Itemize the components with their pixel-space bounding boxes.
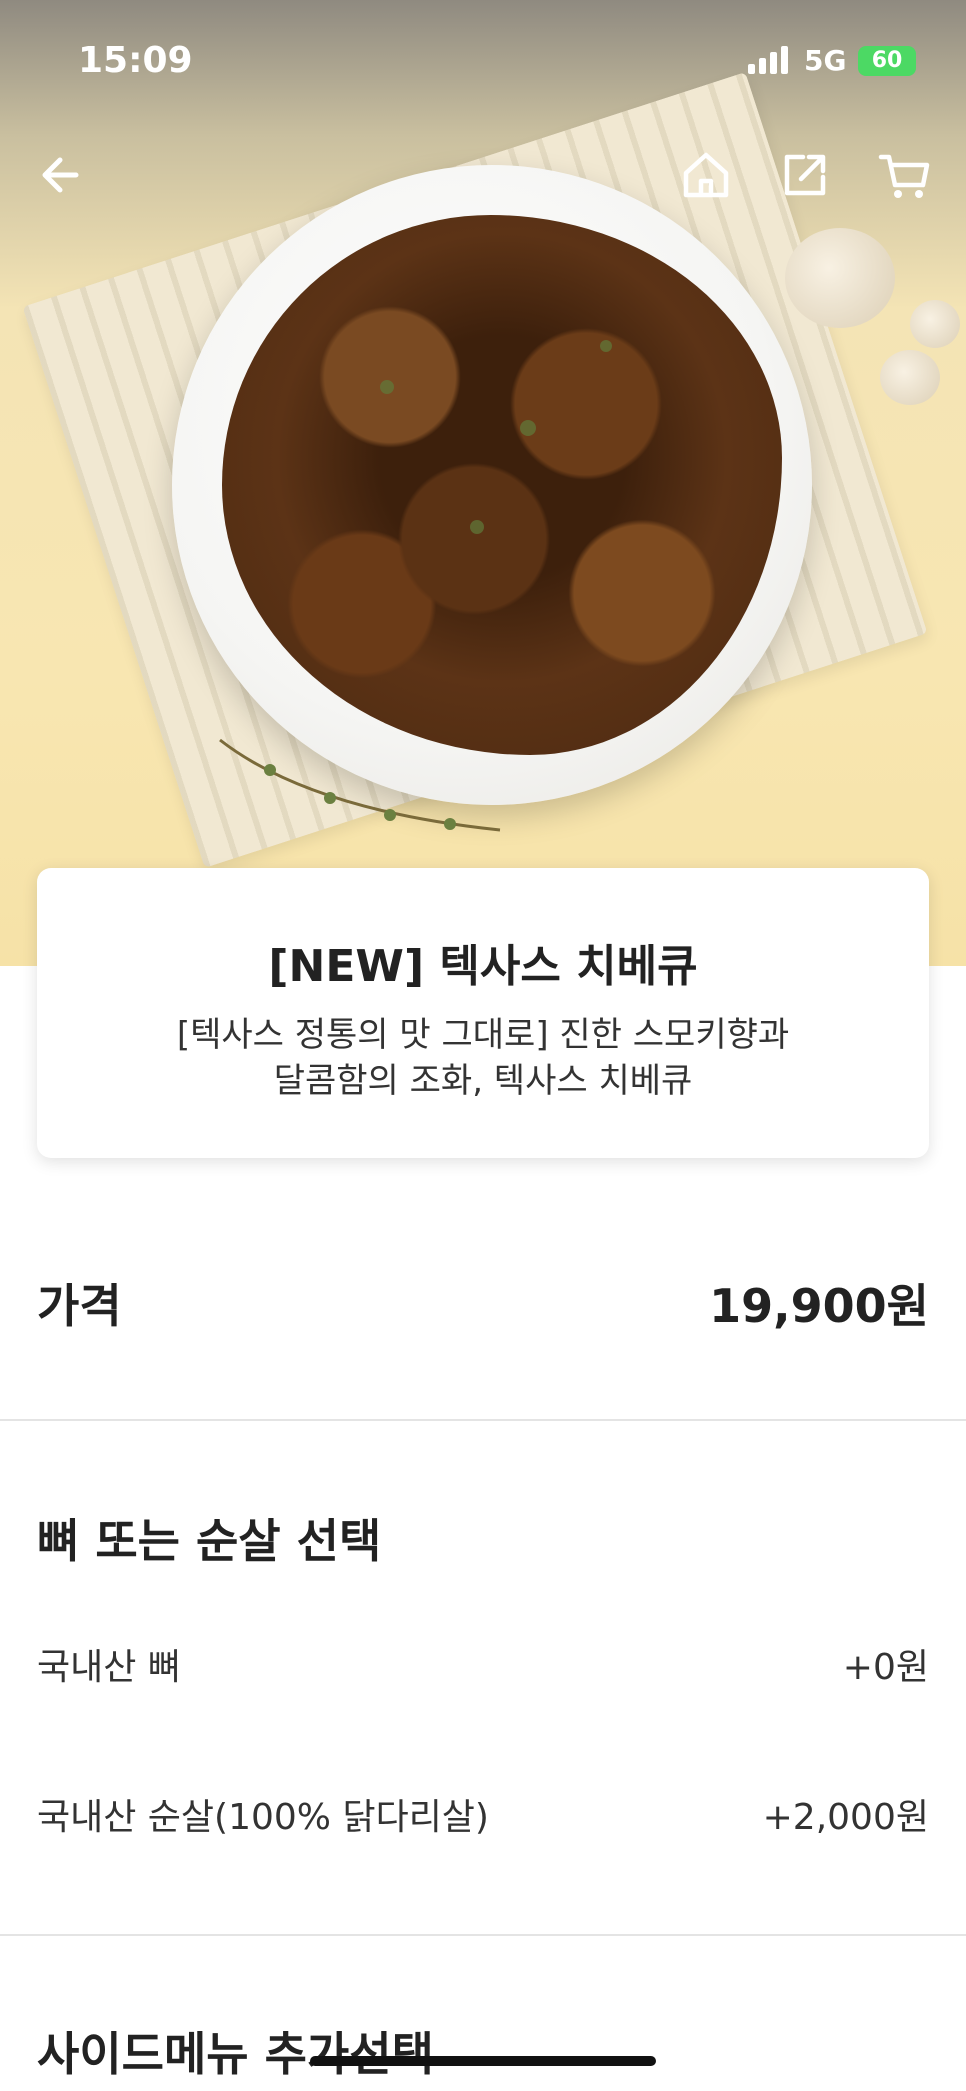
- signal-icon: [748, 46, 792, 74]
- price-row: 가격 19,900원: [37, 1270, 929, 1336]
- product-info-card: [NEW] 텍사스 치베큐 [텍사스 정통의 맛 그대로] 진한 스모키향과 달…: [37, 868, 929, 1158]
- herb-garnish: [470, 520, 484, 534]
- price-value: 19,900원: [709, 1279, 929, 1333]
- cart-icon[interactable]: [875, 145, 935, 205]
- price-label: 가격: [37, 1279, 122, 1333]
- share-icon[interactable]: [775, 145, 835, 205]
- garlic-decoration: [910, 300, 960, 348]
- home-icon[interactable]: [676, 145, 736, 205]
- option-label: 국내산 뼈: [37, 1647, 181, 1688]
- battery-level: 60: [871, 48, 903, 73]
- herb-garnish: [380, 380, 394, 394]
- option-row[interactable]: 국내산 뼈 +0원: [37, 1638, 929, 1690]
- back-arrow-icon[interactable]: [32, 145, 92, 205]
- divider: [0, 1419, 966, 1421]
- herb-garnish: [600, 340, 612, 352]
- garlic-decoration: [880, 350, 940, 405]
- option-price: +2,000원: [762, 1797, 929, 1838]
- network-label: 5G: [804, 44, 847, 77]
- product-description-line: 달콤함의 조화, 텍사스 치베큐: [273, 1061, 693, 1101]
- divider: [0, 1934, 966, 1936]
- bone-section-title: 뼈 또는 순살 선택: [37, 1514, 382, 1568]
- option-row[interactable]: 국내산 순살(100% 닭다리살) +2,000원: [37, 1788, 929, 1840]
- product-description-line: [텍사스 정통의 맛 그대로] 진한 스모키향과: [176, 1015, 790, 1055]
- herb-garnish: [520, 420, 536, 436]
- battery-icon: 60: [858, 46, 916, 76]
- option-label: 국내산 순살(100% 닭다리살): [37, 1797, 489, 1838]
- garlic-decoration: [785, 228, 895, 328]
- product-description: [텍사스 정통의 맛 그대로] 진한 스모키향과 달콤함의 조화, 텍사스 치베…: [37, 1012, 929, 1104]
- status-bar: 15:09 5G 60: [0, 0, 966, 120]
- side-section-title: 사이드메뉴 추가선택: [37, 2027, 434, 2081]
- option-price: +0원: [842, 1647, 929, 1688]
- product-title: [NEW] 텍사스 치베큐: [268, 941, 698, 992]
- status-time: 15:09: [78, 40, 193, 81]
- home-indicator[interactable]: [310, 2056, 656, 2066]
- thyme-sprig-decoration: [219, 738, 501, 832]
